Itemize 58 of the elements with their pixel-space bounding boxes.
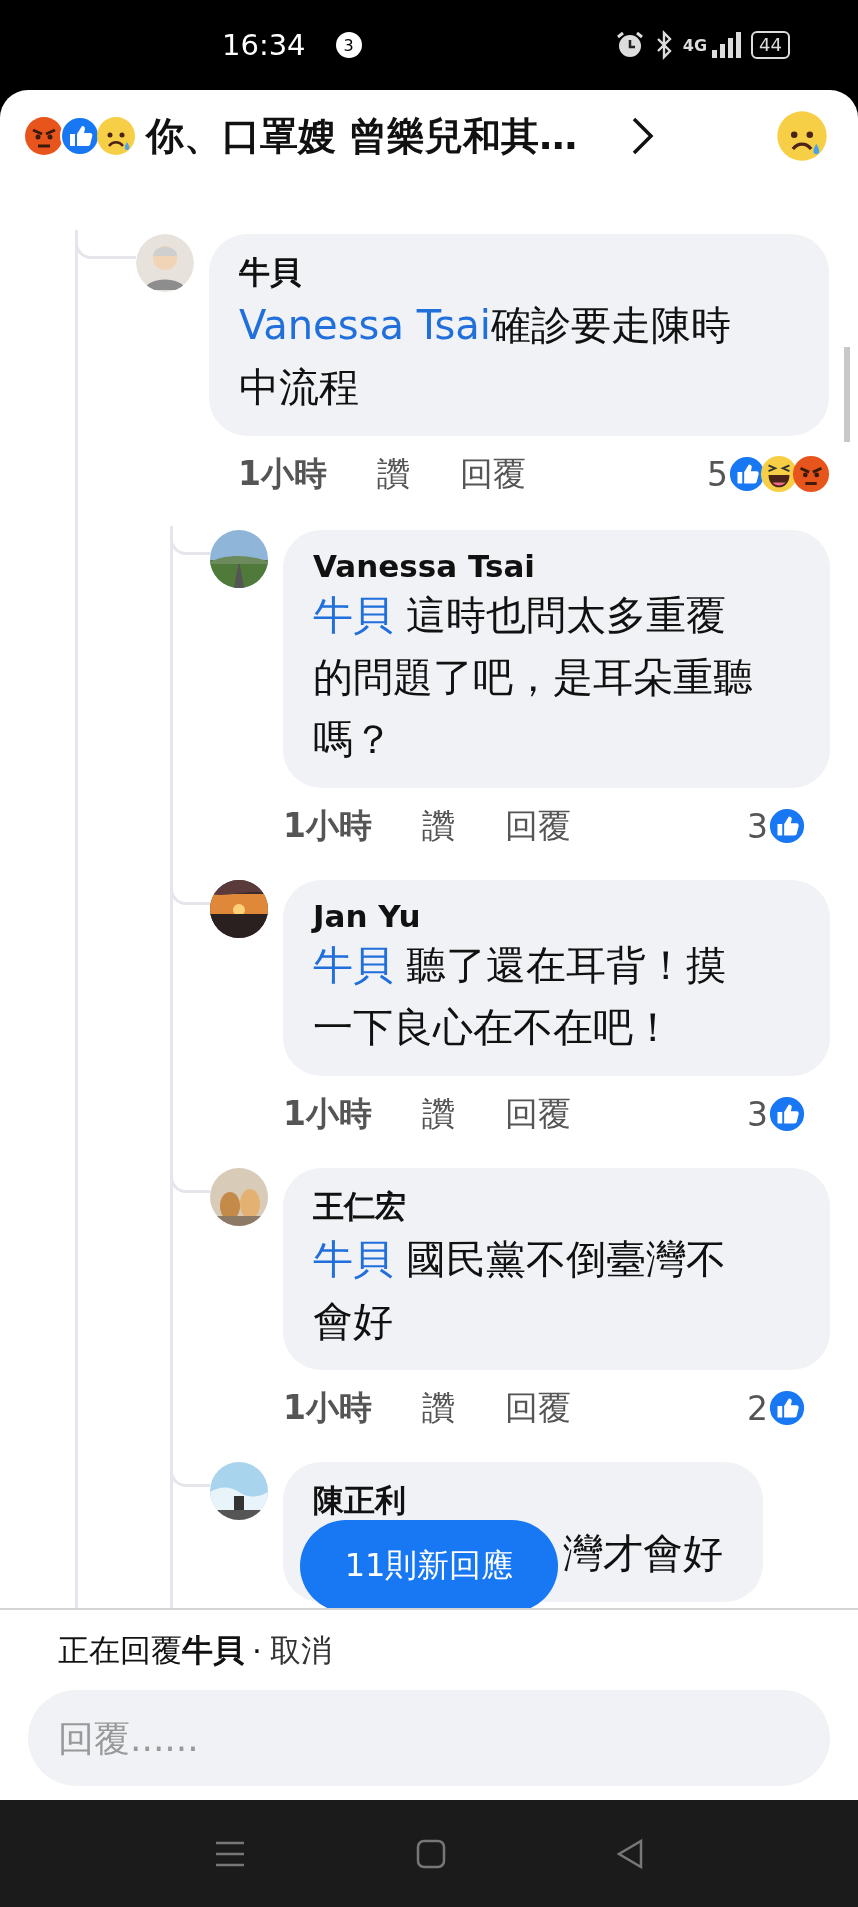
author-name[interactable]: 王仁宏: [313, 1186, 760, 1228]
bluetooth-icon: [654, 30, 673, 60]
comment-text: 牛貝 國民黨不倒臺灣不會好: [313, 1235, 727, 1346]
author-name[interactable]: 陳正利: [313, 1480, 723, 1522]
like-link[interactable]: 讚: [421, 1385, 455, 1431]
comment-text: 牛貝 這時也問太多重覆的問題了吧，是耳朵重聽嗎？: [313, 591, 754, 764]
author-name[interactable]: 牛貝: [239, 252, 769, 294]
author-name[interactable]: Vanessa Tsai: [313, 548, 760, 584]
home-icon[interactable]: [416, 1838, 446, 1869]
battery-level: 44: [751, 31, 790, 59]
network-type: 4G: [682, 35, 708, 55]
mention-link[interactable]: 牛貝: [313, 942, 393, 988]
comment-time: 1小時: [283, 1386, 372, 1429]
comment-time: 1小時: [283, 1092, 372, 1135]
like-reaction-icon: [768, 1389, 806, 1427]
comment-time: 1小時: [283, 804, 372, 847]
reply-link[interactable]: 回覆: [504, 803, 571, 849]
back-icon[interactable]: [616, 1838, 644, 1869]
reply-input-field[interactable]: 回覆......: [28, 1690, 830, 1786]
reaction-count[interactable]: 3: [747, 806, 768, 846]
like-reaction-icon: [768, 807, 806, 845]
clock-time: 16:34: [222, 28, 306, 62]
comment-text: 牛貝 聽了還在耳背！摸一下良心在不在吧！: [313, 941, 727, 1052]
haha-reaction-icon: [760, 455, 798, 493]
chevron-right-icon[interactable]: [631, 116, 656, 156]
reaction-count[interactable]: 3: [747, 1094, 768, 1134]
mention-link[interactable]: 牛貝: [313, 592, 393, 638]
reaction-count[interactable]: 5: [707, 454, 728, 494]
sad-reaction-icon: [96, 116, 136, 156]
cancel-link[interactable]: 取消: [269, 1630, 332, 1672]
comment-text: 灣才會好: [563, 1529, 723, 1578]
angry-reaction-icon: [792, 455, 830, 493]
like-link[interactable]: 讚: [376, 451, 410, 497]
signal-icon: [711, 30, 742, 60]
reply-link[interactable]: 回覆: [504, 1385, 571, 1431]
notification-badge: 3: [335, 32, 362, 58]
like-reaction-icon: [728, 455, 766, 493]
replying-to-text: 正在回覆牛貝: [58, 1631, 244, 1670]
new-replies-button[interactable]: 11則新回應: [300, 1520, 558, 1608]
scrollbar[interactable]: [844, 347, 850, 442]
mention-link[interactable]: Vanessa Tsai: [239, 302, 491, 348]
like-link[interactable]: 讚: [421, 1091, 455, 1137]
like-reaction-icon: [60, 116, 100, 156]
comment-text: Vanessa Tsai確診要走陳時中流程: [239, 301, 732, 412]
author-name[interactable]: Jan Yu: [313, 898, 760, 934]
like-reaction-icon: [768, 1095, 806, 1133]
angry-reaction-icon: [24, 116, 64, 156]
like-link[interactable]: 讚: [421, 803, 455, 849]
post-title[interactable]: 你、口罩嫂 曾樂兒和其…: [146, 110, 578, 162]
sad-face-icon[interactable]: [776, 110, 828, 162]
alarm-icon: [614, 30, 645, 60]
comment-time: 1小時: [238, 452, 327, 495]
reply-link[interactable]: 回覆: [459, 451, 526, 497]
reaction-count[interactable]: 2: [747, 1388, 768, 1428]
mention-link[interactable]: 牛貝: [313, 1236, 393, 1282]
separator-dot: ·: [252, 1633, 262, 1669]
reply-link[interactable]: 回覆: [504, 1091, 571, 1137]
menu-icon[interactable]: [214, 1839, 246, 1868]
